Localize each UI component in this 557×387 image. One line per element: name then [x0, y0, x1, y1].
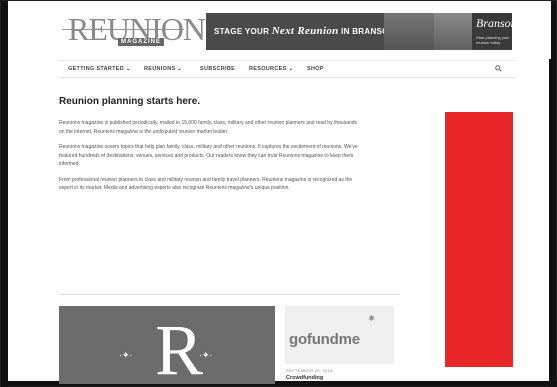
- sun-rays-icon: ⁕: [367, 313, 377, 325]
- intro-paragraph: Reunions magazine covers topics that hel…: [59, 144, 358, 167]
- branson-banner-ad[interactable]: STAGE YOUR Next Reunion IN BRANSON. Bran…: [206, 13, 512, 50]
- banner-text-italic: Next Reunion: [271, 25, 339, 37]
- ornament-icon: ·✦·: [119, 350, 133, 360]
- search-icon[interactable]: [495, 65, 502, 74]
- site-logo[interactable]: REUNIONS MAGAZINE: [62, 11, 223, 51]
- site-header: REUNIONS MAGAZINE STAGE YOUR Next Reunio…: [8, 1, 551, 59]
- post-title[interactable]: Crowdfunding: [286, 375, 323, 381]
- banner-photo: [434, 13, 472, 50]
- nav-item-getting-started[interactable]: GETTING STARTED ⌄: [68, 66, 131, 72]
- intro-paragraph: Reunions magazine is published periodica…: [59, 120, 358, 135]
- banner-brand-panel: Branson Start planning your reunion toda…: [472, 13, 512, 50]
- feature-letter: R: [155, 310, 204, 384]
- page-title: Reunion planning starts here.: [59, 96, 201, 107]
- post-date: SEPTEMBER 20, 2016: [286, 368, 333, 373]
- browser-frame: REUNIONS MAGAZINE STAGE YOUR Next Reunio…: [0, 0, 557, 387]
- intro-section: Reunion planning starts here. Reunions m…: [59, 96, 359, 200]
- banner-text-lead: STAGE YOUR: [214, 27, 270, 36]
- sidebar-ad[interactable]: [445, 112, 513, 367]
- banner-headline: STAGE YOUR Next Reunion IN BRANSON.: [214, 25, 397, 37]
- banner-photo: [384, 13, 434, 50]
- banner-brand-name: Branson: [476, 16, 512, 30]
- banner-brand-subtitle: Start planning your reunion today.: [476, 35, 510, 45]
- intro-paragraph: From professional reunion planners to cl…: [59, 176, 353, 192]
- main-nav: GETTING STARTED ⌄ REUNIONS ⌄ SUBSCRIBE R…: [58, 60, 516, 78]
- section-divider: [59, 294, 400, 295]
- nav-item-reunions[interactable]: REUNIONS ⌄: [144, 66, 182, 72]
- post-thumbnail[interactable]: ⁕ gofundme: [285, 306, 394, 364]
- logo-subtitle: MAGAZINE: [118, 38, 164, 46]
- nav-item-resources[interactable]: RESOURCES ⌄: [249, 66, 293, 72]
- left-border: [1, 1, 8, 387]
- featured-post-image[interactable]: ·✦· R ·✦·: [59, 306, 275, 384]
- gofundme-logo: gofundme: [289, 331, 360, 348]
- nav-item-subscribe[interactable]: SUBSCRIBE: [200, 66, 235, 72]
- nav-item-shop[interactable]: SHOP: [307, 66, 324, 72]
- ornament-icon: ·✦·: [199, 350, 213, 360]
